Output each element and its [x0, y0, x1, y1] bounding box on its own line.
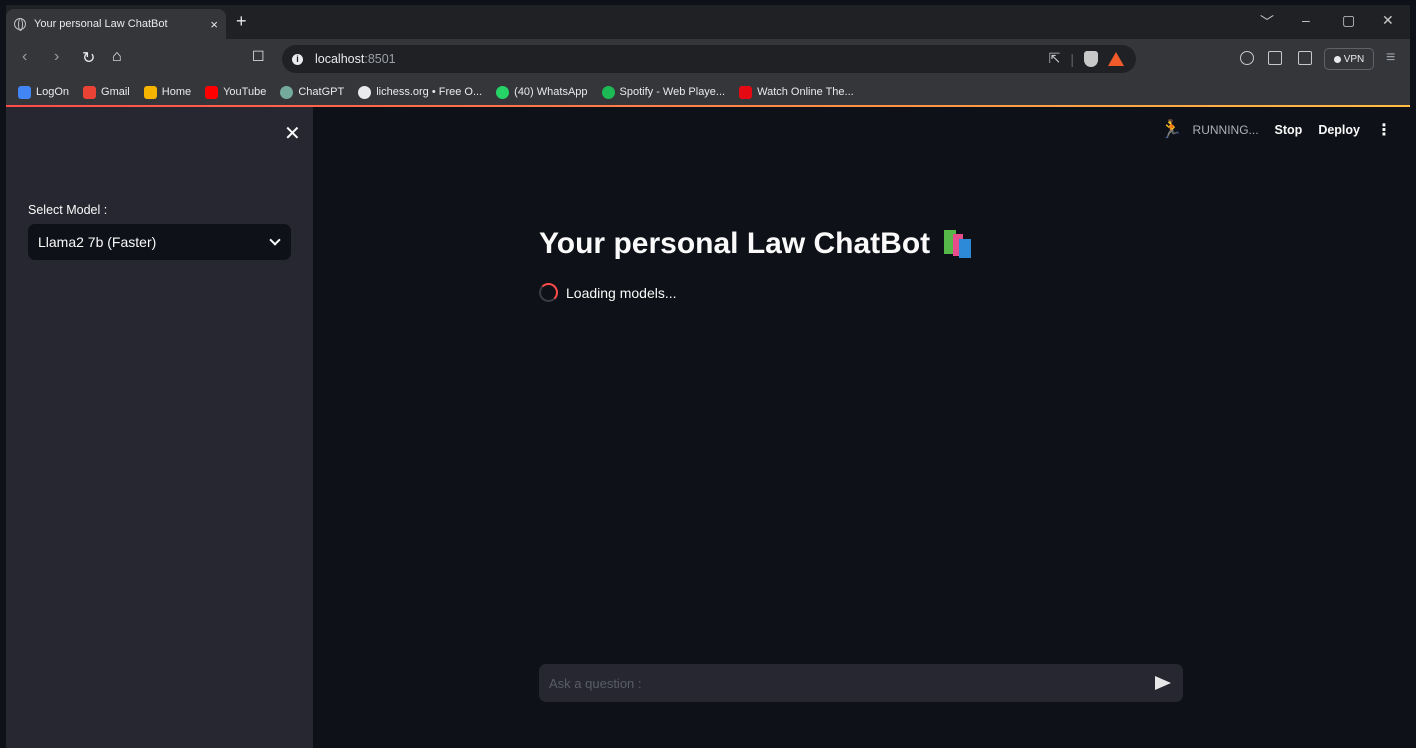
- whatsapp-icon: [496, 85, 510, 99]
- app-menu-icon[interactable]: ⋮: [1376, 120, 1392, 140]
- model-select-value: Llama2 7b (Faster): [38, 234, 157, 250]
- page-title: Your personal Law ChatBot: [539, 227, 972, 261]
- bookmarks-bar: LogOn Gmail Home YouTube ChatGPT lichess…: [6, 79, 1410, 105]
- browser-tab[interactable]: Your personal Law ChatBot ×: [6, 9, 226, 39]
- back-icon[interactable]: ‹: [22, 48, 27, 66]
- page-title-text: Your personal Law ChatBot: [539, 227, 931, 260]
- url-host: localhost: [315, 52, 365, 66]
- books-icon: [942, 230, 972, 258]
- sidebar-toggle-icon[interactable]: [1268, 51, 1282, 65]
- bookmark-youtube[interactable]: YouTube: [205, 85, 266, 99]
- vpn-button[interactable]: VPN: [1324, 48, 1374, 70]
- home-bookmark-icon: [143, 85, 157, 99]
- bookmark-logon[interactable]: LogOn: [18, 85, 69, 99]
- chat-input-container: [539, 664, 1183, 702]
- sidebar-close-button[interactable]: ✕: [284, 121, 301, 146]
- gmail-icon: [83, 85, 97, 99]
- wallet-icon[interactable]: [1298, 51, 1312, 65]
- tab-close-button[interactable]: ×: [210, 17, 218, 32]
- bookmark-chatgpt[interactable]: ChatGPT: [280, 85, 344, 99]
- bookmark-lichess[interactable]: lichess.org • Free O...: [358, 85, 482, 99]
- forward-icon[interactable]: ›: [54, 48, 59, 66]
- minimize-button[interactable]: –: [1302, 12, 1310, 28]
- question-input[interactable]: [549, 675, 1129, 691]
- loading-status: Loading models...: [539, 283, 677, 302]
- browser-toolbar: ‹ › ↻ ⌂ ☐ i localhost :8501 ⇱ | VPN ≡: [6, 39, 1410, 79]
- brave-rewards-icon[interactable]: [1108, 51, 1124, 66]
- tab-strip: Your personal Law ChatBot × + ﹀ – ▢ ✕: [6, 5, 1410, 39]
- vpn-label: VPN: [1343, 53, 1365, 65]
- chatgpt-icon: [280, 85, 294, 99]
- site-info-icon[interactable]: i: [292, 53, 303, 65]
- youtube-icon: [205, 85, 219, 99]
- select-model-label: Select Model :: [28, 203, 108, 217]
- bookmark-icon[interactable]: ☐: [252, 48, 265, 65]
- brave-shield-icon[interactable]: [1084, 50, 1098, 67]
- new-tab-button[interactable]: +: [236, 11, 247, 32]
- vpn-status-icon: [1333, 55, 1341, 63]
- tab-search-icon[interactable]: ﹀: [1260, 12, 1274, 32]
- divider: |: [1070, 50, 1074, 67]
- share-icon[interactable]: ⇱: [1049, 50, 1061, 67]
- bookmark-home[interactable]: Home: [143, 85, 191, 99]
- app-status-bar: 🏃 RUNNING... Stop Deploy ⋮: [1160, 119, 1392, 140]
- bookmark-gmail[interactable]: Gmail: [83, 85, 130, 99]
- close-window-button[interactable]: ✕: [1382, 12, 1394, 29]
- watch-online-icon: [739, 85, 753, 99]
- deploy-button[interactable]: Deploy: [1318, 123, 1360, 137]
- running-man-icon: 🏃: [1160, 119, 1183, 139]
- sidebar: ✕ Select Model : Llama2 7b (Faster): [6, 107, 313, 748]
- globe-icon: [14, 18, 26, 31]
- tab-title: Your personal Law ChatBot: [34, 18, 168, 30]
- logon-icon: [18, 85, 31, 99]
- bookmark-watch-online[interactable]: Watch Online The...: [739, 85, 854, 99]
- running-label: RUNNING...: [1192, 122, 1259, 137]
- chevron-down-icon: [269, 234, 281, 246]
- spotify-icon: [601, 85, 615, 99]
- url-port: :8501: [364, 52, 396, 66]
- address-bar[interactable]: i localhost :8501 ⇱ |: [282, 45, 1136, 73]
- bookmark-spotify[interactable]: Spotify - Web Playe...: [601, 85, 725, 99]
- home-icon[interactable]: ⌂: [112, 48, 122, 66]
- maximize-button[interactable]: ▢: [1342, 12, 1355, 29]
- stop-button[interactable]: Stop: [1275, 123, 1303, 137]
- spinner-icon: [539, 283, 558, 302]
- extensions-icon[interactable]: [1240, 51, 1254, 65]
- send-icon[interactable]: [1155, 676, 1171, 690]
- browser-menu-icon[interactable]: ≡: [1386, 49, 1395, 67]
- main-content: 🏃 RUNNING... Stop Deploy ⋮ Your personal…: [313, 107, 1410, 748]
- model-select[interactable]: Llama2 7b (Faster): [28, 224, 291, 260]
- running-indicator: 🏃 RUNNING...: [1160, 119, 1258, 140]
- loading-text: Loading models...: [566, 284, 677, 301]
- browser-window: Your personal Law ChatBot × + ﹀ – ▢ ✕ ‹ …: [6, 5, 1410, 748]
- reload-icon[interactable]: ↻: [82, 48, 95, 68]
- bookmark-whatsapp[interactable]: (40) WhatsApp: [496, 85, 588, 99]
- lichess-icon: [358, 85, 372, 99]
